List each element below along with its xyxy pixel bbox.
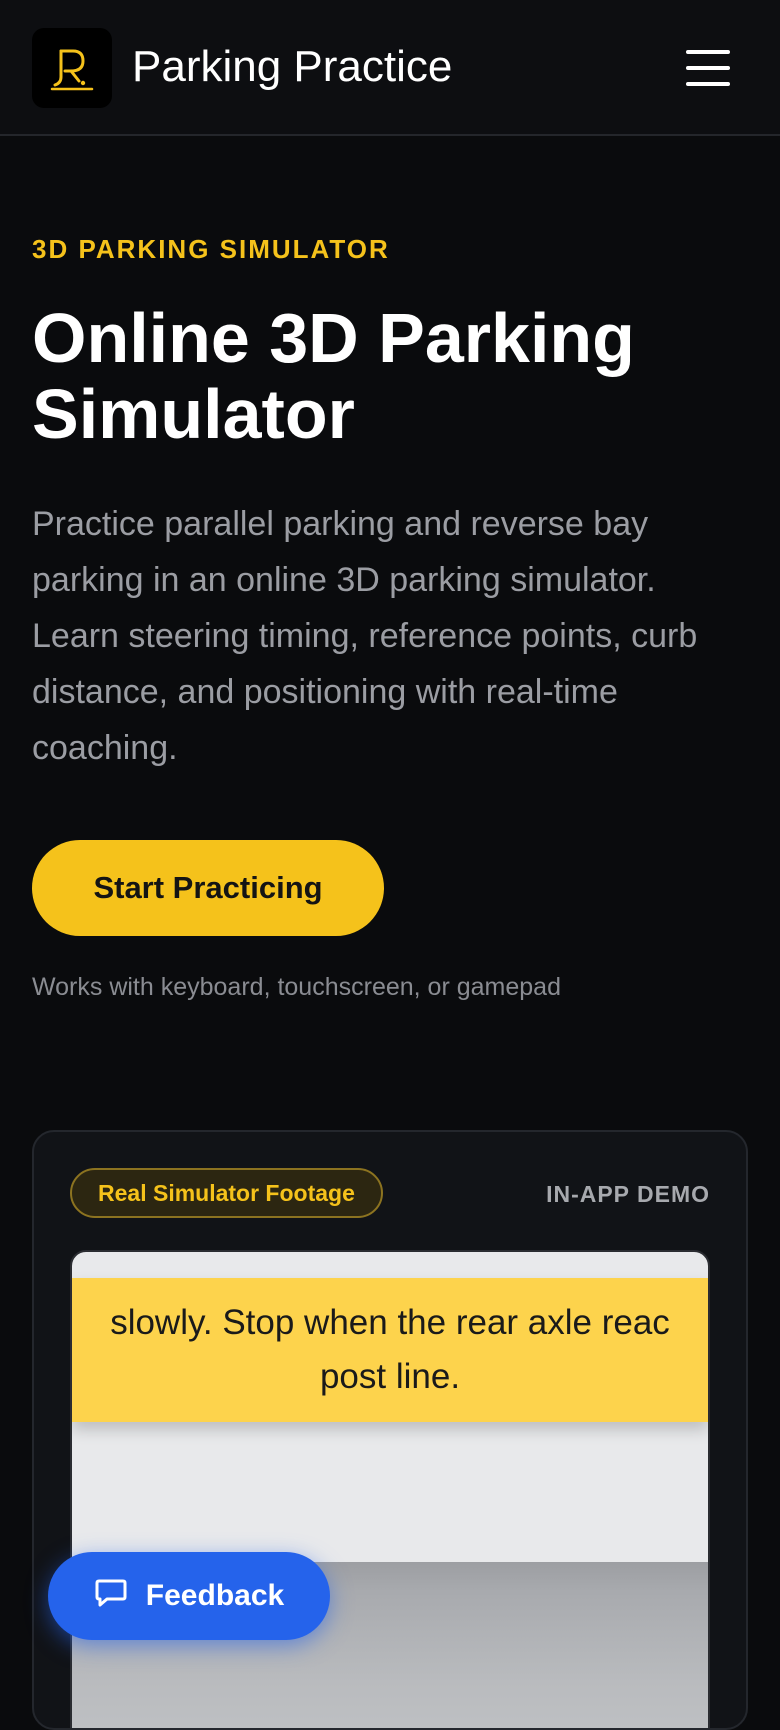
hero-title: Online 3D Parking Simulator <box>32 299 635 453</box>
hamburger-menu-icon[interactable] <box>680 44 736 92</box>
feedback-label: Feedback <box>145 1579 285 1612</box>
chat-bubble-icon <box>94 1575 128 1617</box>
coaching-text-line-2: post line. <box>319 1357 461 1396</box>
demo-label: IN-APP DEMO <box>546 1181 710 1207</box>
demo-video[interactable]: slowly. Stop when the rear axle reac pos… <box>70 1250 710 1728</box>
top-header: Parking Practice <box>0 0 780 136</box>
start-practicing-button[interactable]: Start Practicing <box>32 840 384 936</box>
demo-card: Real Simulator Footage IN-APP DEMO slowl… <box>32 1130 748 1730</box>
input-support-hint: Works with keyboard, touchscreen, or gam… <box>32 973 561 1001</box>
footage-badge: Real Simulator Footage <box>70 1168 383 1218</box>
parking-logo-icon[interactable] <box>32 28 112 108</box>
coaching-text-line-1: slowly. Stop when the rear axle reac <box>110 1303 670 1342</box>
brand-name[interactable]: Parking Practice <box>132 38 452 96</box>
feedback-button[interactable]: Feedback <box>48 1552 330 1640</box>
coaching-banner: slowly. Stop when the rear axle reac pos… <box>72 1278 708 1422</box>
hero-eyebrow: 3D PARKING SIMULATOR <box>32 234 390 264</box>
hero-description: Practice parallel parking and reverse ba… <box>32 505 698 767</box>
